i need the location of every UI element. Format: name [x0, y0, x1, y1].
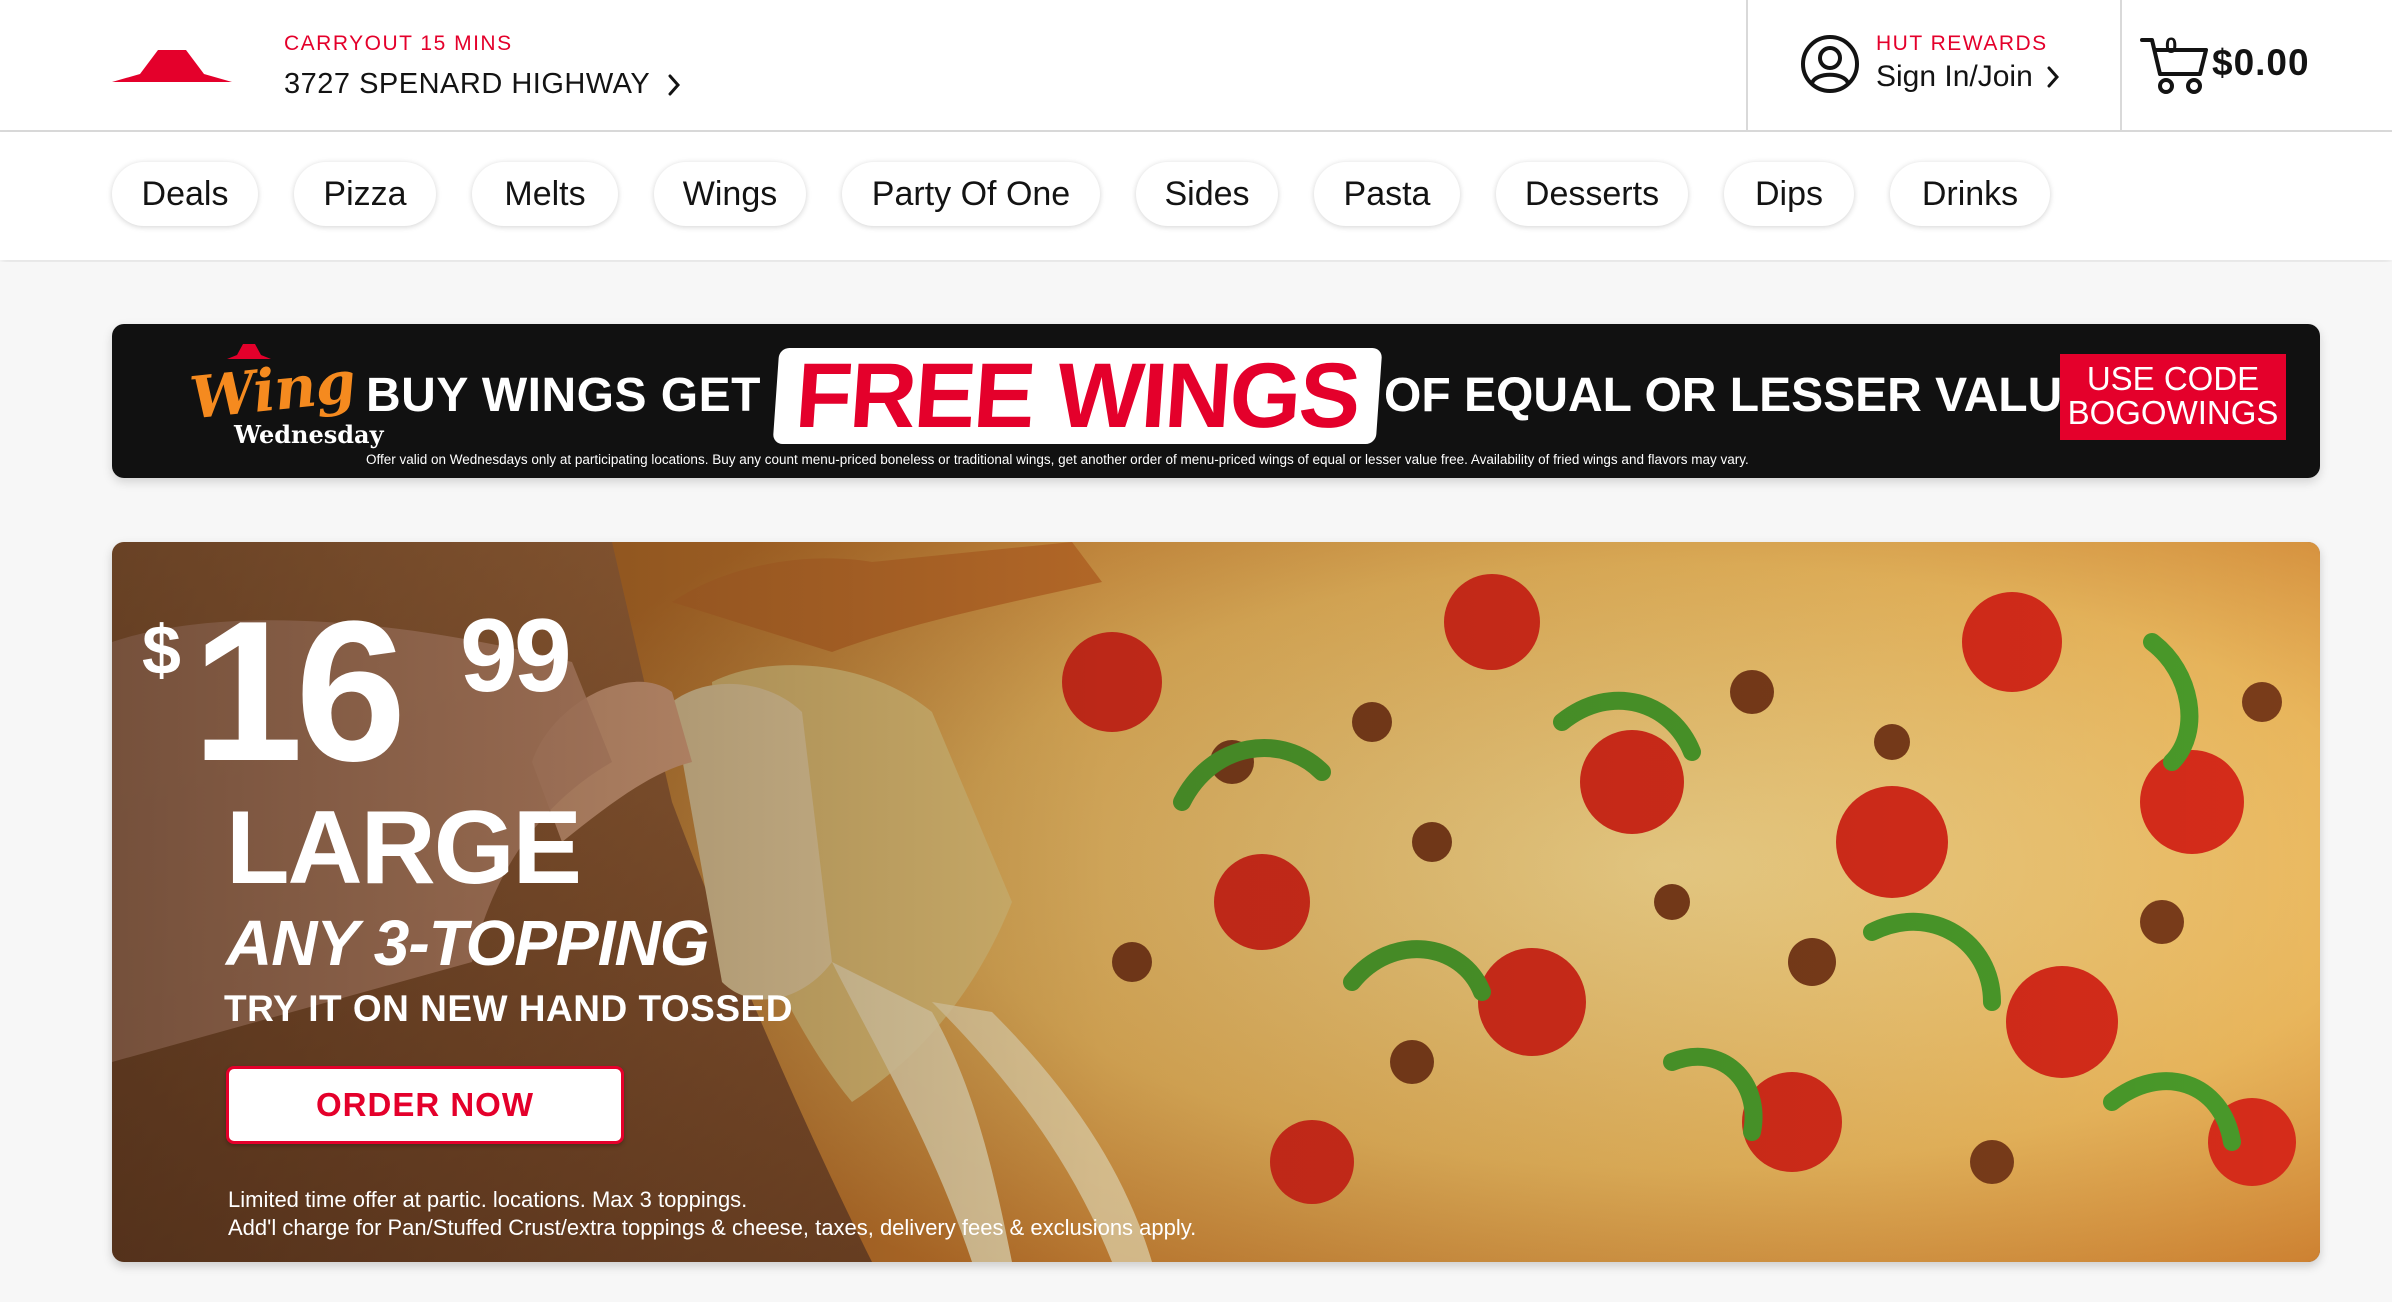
nav-item-dips[interactable]: Dips — [1724, 162, 1854, 226]
nav-item-wings[interactable]: Wings — [654, 162, 806, 226]
wing-fine-print: Offer valid on Wednesdays only at partic… — [366, 452, 1749, 467]
fine-print-line-2: Add'l charge for Pan/Stuffed Crust/extra… — [228, 1215, 1197, 1240]
order-now-button[interactable]: ORDER NOW — [226, 1066, 624, 1144]
hut-rewards-signin[interactable]: HUT REWARDS Sign In/Join — [1746, 0, 2122, 130]
category-nav: Deals Pizza Melts Wings Party Of One Sid… — [0, 132, 2392, 260]
nav-item-desserts[interactable]: Desserts — [1496, 162, 1688, 226]
store-address: 3727 SPENARD HIGHWAY — [284, 68, 651, 100]
price-dollars: 16 — [192, 580, 406, 803]
price-dollar-sign: $ — [142, 611, 181, 689]
site-header: CARRYOUT 15 MINS 3727 SPENARD HIGHWAY HU… — [0, 0, 2392, 132]
hero-fine-print: Limited time offer at partic. locations.… — [228, 1186, 1196, 1242]
nav-item-melts[interactable]: Melts — [472, 162, 618, 226]
pizza-hut-logo-icon[interactable] — [110, 46, 234, 84]
nav-item-party-of-one[interactable]: Party Of One — [842, 162, 1100, 226]
nav-item-drinks[interactable]: Drinks — [1890, 162, 2050, 226]
signin-label: Sign In/Join — [1876, 60, 2033, 93]
wing-wednesday-banner[interactable]: Wing Wednesday BUY WINGS GET FREE WINGS … — [112, 324, 2320, 478]
nav-item-pizza[interactable]: Pizza — [294, 162, 436, 226]
nav-item-deals[interactable]: Deals — [112, 162, 258, 226]
rewards-label: HUT REWARDS — [1876, 32, 2048, 55]
topping-headline: ANY 3-TOPPING — [226, 907, 710, 979]
price-display: $ 16 99 — [142, 582, 702, 792]
wednesday-text: Wednesday — [234, 420, 384, 449]
size-headline: LARGE — [226, 790, 582, 906]
store-selector[interactable]: CARRYOUT 15 MINS 3727 SPENARD HIGHWAY — [284, 32, 681, 101]
promo-tagline: TRY IT ON NEW HAND TOSSED — [224, 988, 793, 1029]
nav-item-pasta[interactable]: Pasta — [1314, 162, 1460, 226]
chevron-right-icon — [2047, 66, 2059, 88]
equal-value-text: OF EQUAL OR LESSER VALUE — [1384, 369, 2095, 422]
fine-print-line-1: Limited time offer at partic. locations.… — [228, 1187, 748, 1212]
user-circle-icon — [1801, 35, 1859, 93]
promo-code-label: USE CODE — [2086, 360, 2260, 397]
pizza-promo-hero[interactable]: $ 16 99 LARGE ANY 3-TOPPING TRY IT ON NE… — [112, 542, 2320, 1262]
free-wings-text: FREE WINGS — [772, 345, 1383, 447]
cart-count: 0 — [2165, 33, 2178, 58]
carryout-label: CARRYOUT 15 MINS — [284, 32, 513, 55]
price-cents: 99 — [460, 598, 572, 714]
nav-item-sides[interactable]: Sides — [1136, 162, 1278, 226]
cart-total: $0.00 — [2212, 42, 2310, 83]
buy-wings-text: BUY WINGS GET — [366, 369, 761, 422]
promo-code-badge: USE CODE BOGOWINGS — [2060, 354, 2286, 440]
wing-wednesday-logo: Wing Wednesday — [152, 332, 384, 472]
chevron-right-icon — [668, 74, 681, 95]
cart-button[interactable]: 0 $0.00 — [2140, 0, 2392, 130]
promo-code-value: BOGOWINGS — [2067, 394, 2279, 431]
